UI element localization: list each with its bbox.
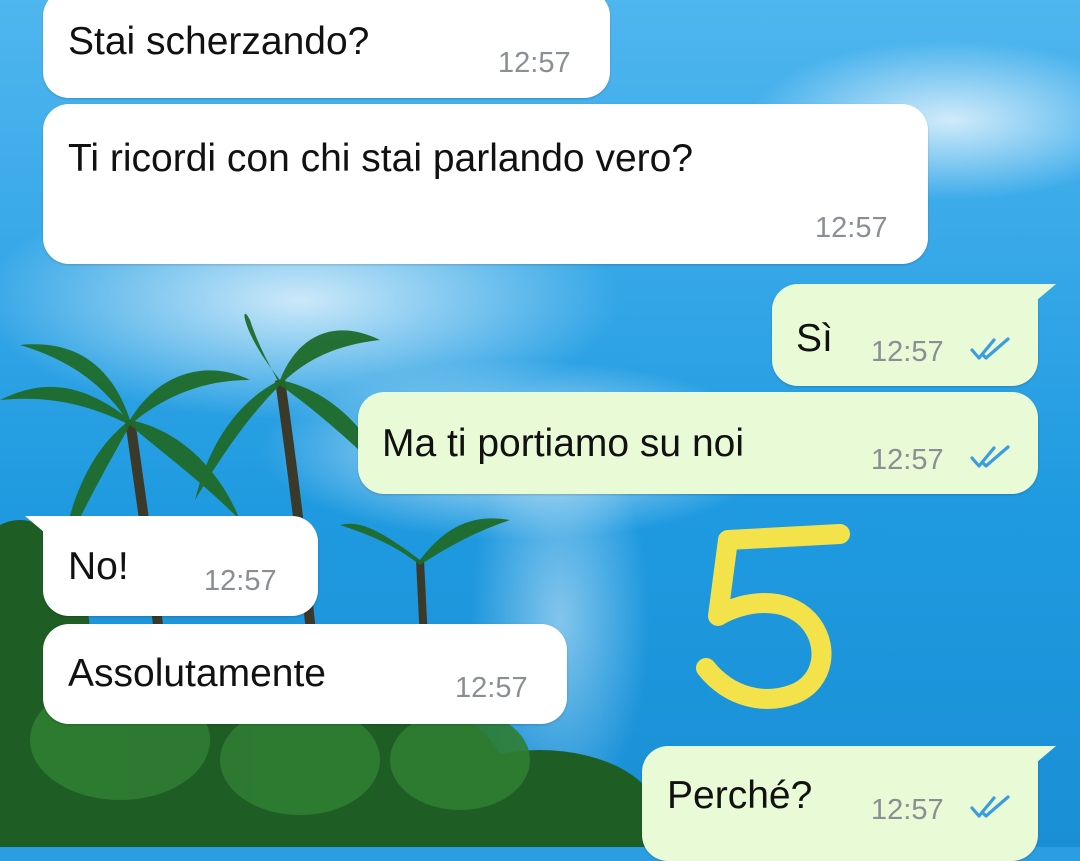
message-bubble-incoming[interactable]: Ti ricordi con chi stai parlando vero? 1… bbox=[43, 104, 928, 264]
message-time: 12:57 bbox=[871, 444, 944, 476]
read-double-check-icon bbox=[970, 795, 1010, 818]
bubble-tail-icon bbox=[1030, 746, 1056, 768]
message-bubble-incoming[interactable]: Assolutamente 12:57 bbox=[43, 624, 567, 724]
read-double-check-icon bbox=[970, 445, 1010, 468]
message-time: 12:57 bbox=[204, 565, 277, 597]
message-time: 12:57 bbox=[871, 336, 944, 368]
message-text: Sì bbox=[796, 317, 833, 360]
message-text: Perché? bbox=[667, 774, 813, 817]
message-bubble-outgoing[interactable]: Ma ti portiamo su noi 12:57 bbox=[358, 392, 1038, 494]
message-time: 12:57 bbox=[815, 212, 888, 244]
bubble-tail-icon bbox=[25, 516, 51, 538]
handwritten-number-annotation bbox=[696, 524, 850, 709]
read-double-check-icon bbox=[970, 337, 1010, 360]
message-time: 12:57 bbox=[455, 672, 528, 704]
bubble-tail-icon bbox=[1030, 284, 1056, 306]
message-text: No! bbox=[68, 545, 129, 588]
message-text: Stai scherzando? bbox=[68, 20, 370, 63]
message-bubble-incoming[interactable]: No! 12:57 bbox=[25, 516, 318, 616]
message-text: Assolutamente bbox=[68, 652, 326, 695]
message-text: Ti ricordi con chi stai parlando vero? bbox=[68, 137, 694, 180]
message-bubble-outgoing[interactable]: Perché? 12:57 bbox=[642, 746, 1056, 861]
message-time: 12:57 bbox=[871, 794, 944, 826]
message-text: Ma ti portiamo su noi bbox=[382, 422, 744, 465]
message-time: 12:57 bbox=[498, 47, 571, 79]
message-bubble-incoming[interactable]: Stai scherzando? 12:57 bbox=[43, 0, 610, 98]
message-bubble-outgoing[interactable]: Sì 12:57 bbox=[772, 284, 1056, 386]
